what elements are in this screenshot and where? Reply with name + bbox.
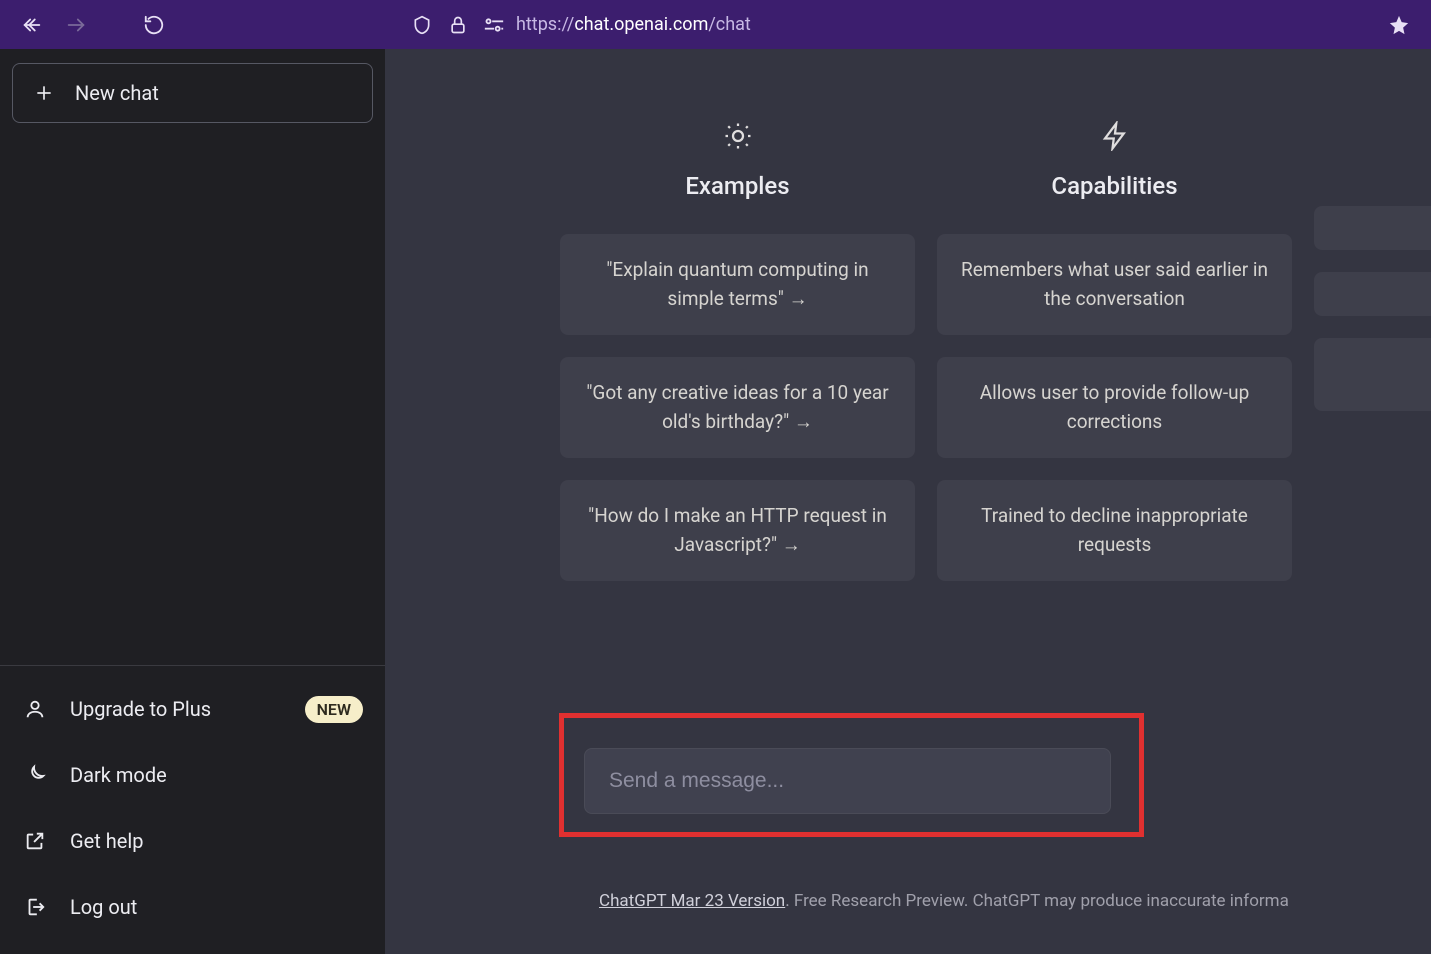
sidebar-item-label: Upgrade to Plus <box>70 697 211 721</box>
sidebar-item-upgrade[interactable]: Upgrade to Plus NEW <box>12 676 373 742</box>
permissions-icon[interactable] <box>480 11 508 39</box>
sidebar-item-label: Dark mode <box>70 763 167 787</box>
column-capabilities: Capabilities Remembers what user said ea… <box>937 114 1292 603</box>
column-examples: Examples "Explain quantum computing in s… <box>560 114 915 603</box>
sidebar-item-label: Get help <box>70 829 143 853</box>
url-prefix: https:// <box>516 14 574 35</box>
column-limitations: L <box>1314 114 1431 603</box>
footer-text: ChatGPT Mar 23 Version. Free Research Pr… <box>599 891 1431 911</box>
sidebar-item-label: Log out <box>70 895 137 919</box>
sidebar: New chat Upgrade to Plus NEW Dark mode G… <box>0 49 385 954</box>
main-content: Examples "Explain quantum computing in s… <box>385 49 1431 954</box>
sidebar-item-darkmode[interactable]: Dark mode <box>12 742 373 808</box>
annotation-highlight <box>559 713 1144 837</box>
example-card[interactable]: "Got any creative ideas for a 10 year ol… <box>560 357 915 458</box>
capability-card: Allows user to provide follow-up correct… <box>937 357 1292 458</box>
capability-card: Remembers what user said earlier in the … <box>937 234 1292 335</box>
capability-card: Trained to decline inappropriate request… <box>937 480 1292 581</box>
user-icon <box>22 696 48 722</box>
url-domain: chat.openai.com <box>574 14 708 35</box>
bookmark-star-icon[interactable] <box>1379 7 1419 43</box>
column-title: Capabilities <box>1051 172 1177 200</box>
limitation-card <box>1314 206 1431 250</box>
lock-icon[interactable] <box>444 11 472 39</box>
shield-icon[interactable] <box>408 11 436 39</box>
moon-icon <box>22 762 48 788</box>
limitation-card: L <box>1314 338 1431 411</box>
url-path: /chat <box>708 14 750 35</box>
back-button[interactable] <box>12 7 52 43</box>
column-title: Examples <box>685 172 789 200</box>
version-link[interactable]: ChatGPT Mar 23 Version <box>599 891 785 911</box>
new-chat-button[interactable]: New chat <box>12 63 373 123</box>
example-card[interactable]: "Explain quantum computing in simple ter… <box>560 234 915 335</box>
sun-icon <box>723 114 753 158</box>
plus-icon <box>31 80 57 106</box>
address-bar-url[interactable]: https://chat.openai.com/chat <box>516 14 751 35</box>
external-link-icon <box>22 828 48 854</box>
reload-button[interactable] <box>134 7 174 43</box>
footer-rest: . Free Research Preview. ChatGPT may pro… <box>785 891 1289 911</box>
limitation-card <box>1314 272 1431 316</box>
sidebar-divider <box>0 665 385 666</box>
new-badge: NEW <box>305 696 363 723</box>
sidebar-item-logout[interactable]: Log out <box>12 874 373 940</box>
bolt-icon <box>1100 114 1130 158</box>
logout-icon <box>22 894 48 920</box>
new-chat-label: New chat <box>75 81 159 105</box>
message-input[interactable] <box>584 748 1111 814</box>
forward-button[interactable] <box>56 7 96 43</box>
sidebar-item-help[interactable]: Get help <box>12 808 373 874</box>
example-card[interactable]: "How do I make an HTTP request in Javasc… <box>560 480 915 581</box>
browser-toolbar: https://chat.openai.com/chat <box>0 0 1431 49</box>
